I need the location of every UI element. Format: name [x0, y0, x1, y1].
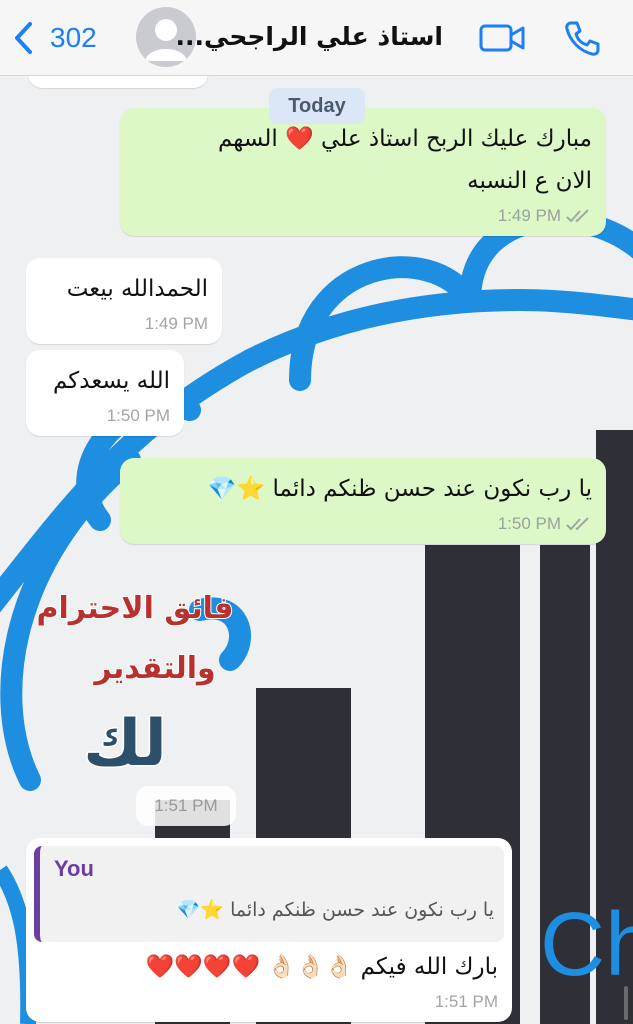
message-meta: 1:50 PM — [107, 406, 170, 426]
sticker-line-3: لك — [83, 707, 167, 781]
quoted-message[interactable]: You يا رب نكون عند حسن ظنكم دائما ⭐💎 — [34, 846, 504, 942]
contact-name[interactable]: استاذ علي الراجحي... — [176, 20, 443, 54]
back-unread-count[interactable]: 302 — [50, 19, 97, 57]
message-time: 1:49 PM — [144, 314, 208, 333]
message-text: يا رب نكون عند حسن ظنكم دائما ⭐💎 — [207, 476, 592, 502]
message-meta: 1:50 PM — [498, 514, 592, 534]
sticker-time: 1:51 PM — [136, 786, 236, 826]
phone-call-icon[interactable] — [562, 18, 602, 58]
chevron-left-icon[interactable] — [10, 20, 38, 56]
scrollbar[interactable] — [624, 986, 628, 1020]
sticker-line-2: والتقدير — [92, 651, 215, 686]
message-text: الله يسعدكم — [53, 368, 170, 394]
message-time: 1:49 PM — [497, 206, 561, 225]
video-call-icon[interactable] — [478, 21, 526, 55]
message-meta: 1:49 PM — [145, 314, 208, 334]
outgoing-message[interactable]: مبارك عليك الربح استاذ علي ❤️ السهم الان… — [120, 108, 606, 236]
message-time: 1:51 PM — [434, 992, 498, 1011]
double-check-icon — [566, 517, 589, 531]
quoted-author: You — [54, 856, 94, 881]
sticker-line-1: فائق الاحترام — [36, 591, 233, 626]
message-text-line: مبارك عليك الربح استاذ علي ❤️ السهم — [217, 126, 592, 152]
message-meta: 1:51 PM — [435, 992, 498, 1012]
sticker-image[interactable]: فائق الاحترام والتقدير لك — [30, 580, 240, 790]
svg-text:Ch: Ch — [540, 895, 633, 995]
incoming-message[interactable]: الحمدالله بيعت 1:49 PM — [26, 258, 222, 344]
message-time: 1:50 PM — [497, 514, 561, 533]
quoted-text: يا رب نكون عند حسن ظنكم دائما ⭐💎 — [176, 899, 494, 921]
message-time: 1:50 PM — [106, 406, 170, 425]
double-check-icon — [566, 209, 589, 223]
incoming-reply-message[interactable]: You يا رب نكون عند حسن ظنكم دائما ⭐💎 بار… — [26, 838, 512, 1022]
message-meta: 1:49 PM — [498, 206, 592, 226]
message-text: بارك الله فيكم 👌🏻👌🏻👌🏻 ❤️❤️❤️❤️ — [145, 954, 498, 980]
outgoing-message[interactable]: يا رب نكون عند حسن ظنكم دائما ⭐💎 1:50 PM — [120, 458, 606, 544]
message-text-line: الان ع النسبه — [467, 168, 592, 194]
incoming-message[interactable]: الله يسعدكم 1:50 PM — [26, 350, 184, 436]
day-separator: Today — [269, 88, 365, 124]
chat-header: 302 استاذ علي الراجحي... — [0, 0, 633, 76]
message-text: الحمدالله بيعت — [66, 276, 208, 302]
